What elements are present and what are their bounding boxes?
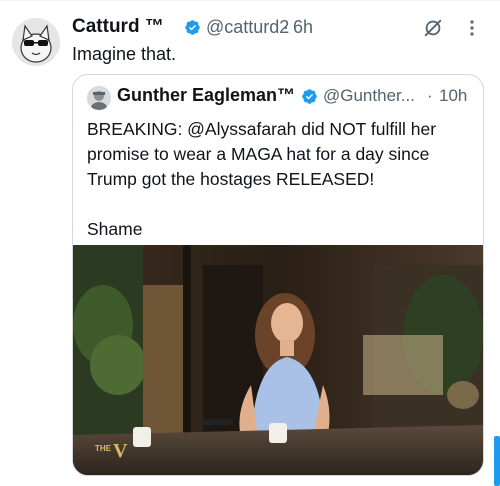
quoted-text-line: Shame [87,219,143,239]
quoted-author-avatar[interactable] [87,86,111,110]
top-divider [0,0,500,1]
tweet-text: Imagine that. [72,44,177,64]
quoted-author-handle[interactable]: @Gunther... [323,86,415,106]
tweet-header: Catturd ™ @catturd2 · 6h [72,16,488,40]
tweet-time[interactable]: 6h [293,17,313,38]
quoted-author-name[interactable]: Gunther Eagleman™ [117,85,295,106]
quoted-separator: · [427,86,433,105]
quoted-tweet-text: BREAKING: @Alyssafarah did NOT fulfill h… [87,117,473,242]
header-separator: · [283,17,289,37]
quoted-text-line: BREAKING: @Alyssafarah did NOT fulfill h… [87,119,437,189]
svg-text:THE: THE [95,444,112,453]
quoted-tweet-media[interactable]: THE V [73,245,483,475]
quoted-tweet-card[interactable]: Gunther Eagleman™ @Gunther... · 10h BREA… [72,74,484,476]
quoted-tweet-time[interactable]: 10h [439,86,467,106]
more-options-icon[interactable] [462,18,482,38]
verified-check-icon [185,20,200,35]
verified-check-icon [302,89,317,104]
scrollbar[interactable] [494,436,500,486]
author-avatar[interactable] [12,18,60,66]
author-handle[interactable]: @catturd2 [206,17,289,38]
author-name[interactable]: Catturd ™ [72,16,164,38]
svg-text:V: V [113,440,128,462]
media-image: THE V [73,245,483,475]
grok-icon[interactable] [422,17,444,39]
